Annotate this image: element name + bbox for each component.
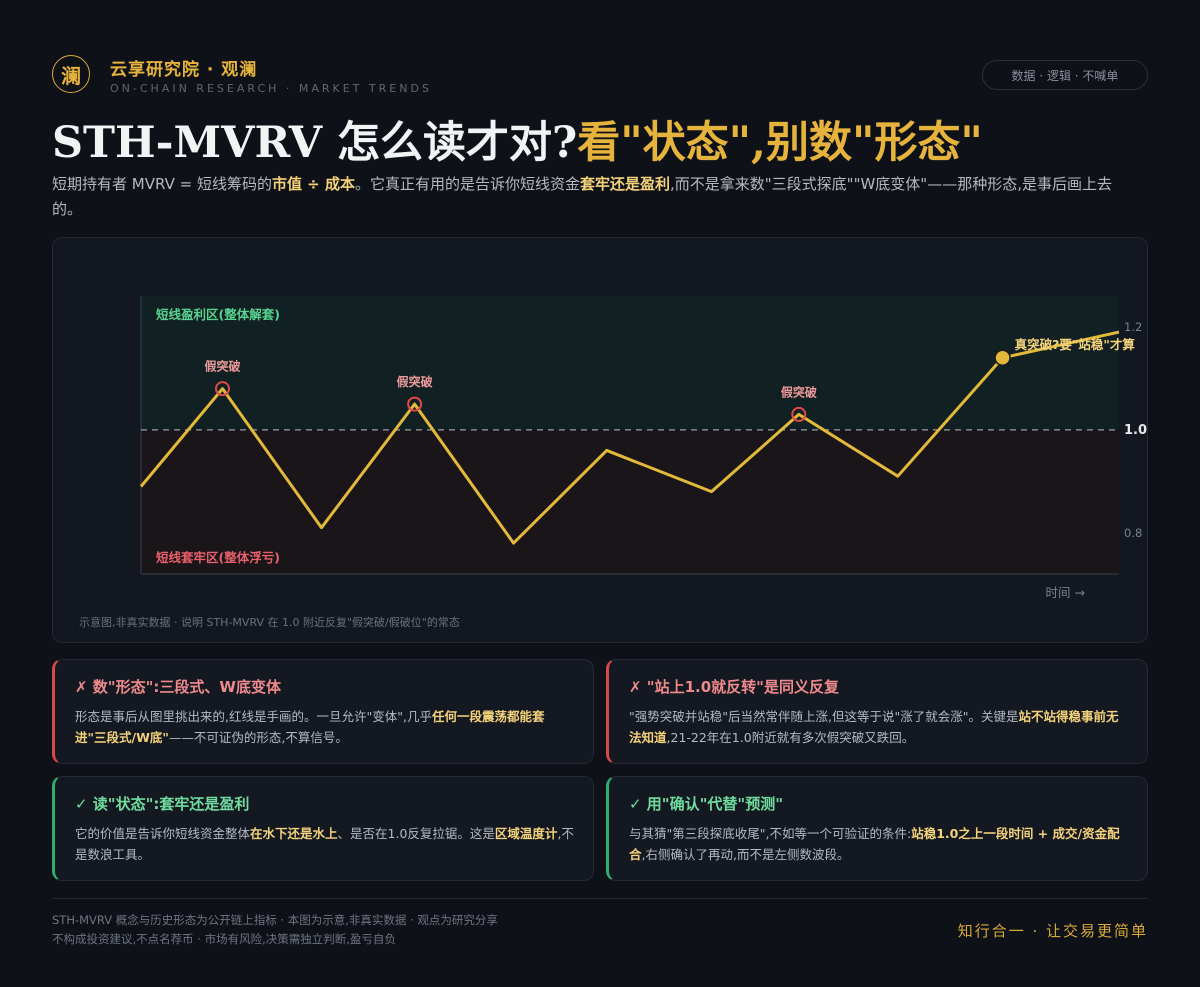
card-text: ——不可证伪的形态,不算信号。 <box>168 730 348 745</box>
card-body: 形态是事后从图里挑出来的,红线是手画的。一旦允许"变体",几乎任何一段震荡都能套… <box>75 706 575 748</box>
brand-subtitle: ON-CHAIN RESEARCH · MARKET TRENDS <box>110 82 432 95</box>
logo-icon: 澜 <box>52 55 90 93</box>
card-highlight: 区域温度计 <box>494 826 558 841</box>
zone-upper-bg <box>141 296 1119 430</box>
card-text: 、是否在1.0反复拉锯。这是 <box>337 826 495 841</box>
footer-line-2: 不构成投资建议,不点名荐币 · 市场有风险,决策需独立判断,盈亏自负 <box>52 932 396 946</box>
y-tick-label: 0.8 <box>1124 526 1142 540</box>
y-tick-label: 1.2 <box>1124 320 1142 334</box>
subtitle-text: 短期持有者 MVRV = 短线筹码的 <box>52 175 272 193</box>
card-body: 它的价值是告诉你短线资金整体在水下还是水上、是否在1.0反复拉锯。这是区域温度计… <box>75 823 575 865</box>
card-title: ✗ "站上1.0就反转"是同义反复 <box>629 678 839 696</box>
subtitle-highlight: 市值 ÷ 成本 <box>271 175 355 193</box>
card-title: ✓ 用"确认"代替"预测" <box>629 795 784 813</box>
chart-svg: 0.81.01.2 假突破假突破假突破真突破?要"站稳"才算 短线盈利区(整体解… <box>79 296 1147 629</box>
card-text: 形态是事后从图里挑出来的,红线是手画的。一旦允许"变体",几乎 <box>75 709 432 724</box>
title-part-2: 看"状态",别数"形态" <box>577 118 983 168</box>
card-text: 与其猜"第三段探底收尾",不如等一个可验证的条件: <box>629 826 912 841</box>
true-breakout-marker <box>994 349 1011 367</box>
subtitle: 短期持有者 MVRV = 短线筹码的市值 ÷ 成本。它真正有用的是告诉你短线资金… <box>52 172 1112 222</box>
card-title: ✗ 数"形态":三段式、W底变体 <box>75 678 281 696</box>
x-axis-label: 时间 → <box>1046 585 1085 600</box>
zone-lower-bg <box>141 429 1119 574</box>
card-title: ✓ 读"状态":套牢还是盈利 <box>75 795 250 813</box>
false-breakout-label: 假突破 <box>204 359 240 374</box>
footer-line-1: STH-MVRV 概念与历史形态为公开链上指标 · 本图为示意,非真实数据 · … <box>52 913 498 927</box>
card-body: "强势突破并站稳"后当然常伴随上涨,但这等于说"涨了就会涨"。关键是站不站得稳事… <box>629 706 1129 748</box>
false-breakout-label: 假突破 <box>397 374 433 389</box>
chart-card: 0.8 1.0 1.2 假突破 假突破 假突破 真突破?要"站稳"才算 短线盈利区(整体解… <box>52 237 1148 643</box>
subtitle-highlight: 套牢还是盈利 <box>579 175 670 193</box>
card-text: ,右侧确认了再动,而不是左侧数波段。 <box>641 847 850 862</box>
true-breakout-label: 真突破?要"站稳"才算 <box>1015 337 1136 352</box>
zone-label-lower: 短线套牢区(整体浮亏) <box>156 550 280 565</box>
footer-divider <box>52 898 1148 899</box>
footer-slogan: 知行合一 · 让交易更简单 <box>957 922 1148 940</box>
card-text: 它的价值是告诉你短线资金整体 <box>75 826 251 841</box>
card-text: "强势突破并站稳"后当然常伴随上涨,但这等于说"涨了就会涨"。关键是 <box>629 709 1019 724</box>
brand-name: 云享研究院 · 观澜 <box>110 60 258 80</box>
card-body: 与其猜"第三段探底收尾",不如等一个可验证的条件:站稳1.0之上一段时间 + 成… <box>629 823 1129 865</box>
false-breakout-label: 假突破 <box>781 384 817 399</box>
subtitle-text: 。它真正有用的是告诉你短线资金 <box>354 175 580 193</box>
card-read-state: ✓ 读"状态":套牢还是盈利 它的价值是告诉你短线资金整体在水下还是水上、是否在… <box>52 776 594 881</box>
y-tick-label: 1.0 <box>1124 423 1147 438</box>
chart-caption: 示意图,非真实数据 · 说明 STH-MVRV 在 1.0 附近反复"假突破/假… <box>79 615 460 629</box>
card-highlight: 在水下还是水上 <box>250 826 338 841</box>
card-confirm: ✓ 用"确认"代替"预测" 与其猜"第三段探底收尾",不如等一个可验证的条件:站… <box>606 776 1148 881</box>
card-text: ,21-22年在1.0附近就有多次假突破又跌回。 <box>666 730 915 745</box>
zone-label-upper: 短线盈利区(整体解套) <box>156 307 280 322</box>
tag-pill: 数据 · 逻辑 · 不喊单 <box>982 60 1148 90</box>
title-part-1: STH-MVRV 怎么读才对? <box>52 118 578 168</box>
page-title: STH-MVRV 怎么读才对?看"状态",别数"形态" <box>52 108 983 170</box>
card-pattern-counting: ✗ 数"形态":三段式、W底变体 形态是事后从图里挑出来的,红线是手画的。一旦允… <box>52 659 594 764</box>
card-tautology: ✗ "站上1.0就反转"是同义反复 "强势突破并站稳"后当然常伴随上涨,但这等于… <box>606 659 1148 764</box>
